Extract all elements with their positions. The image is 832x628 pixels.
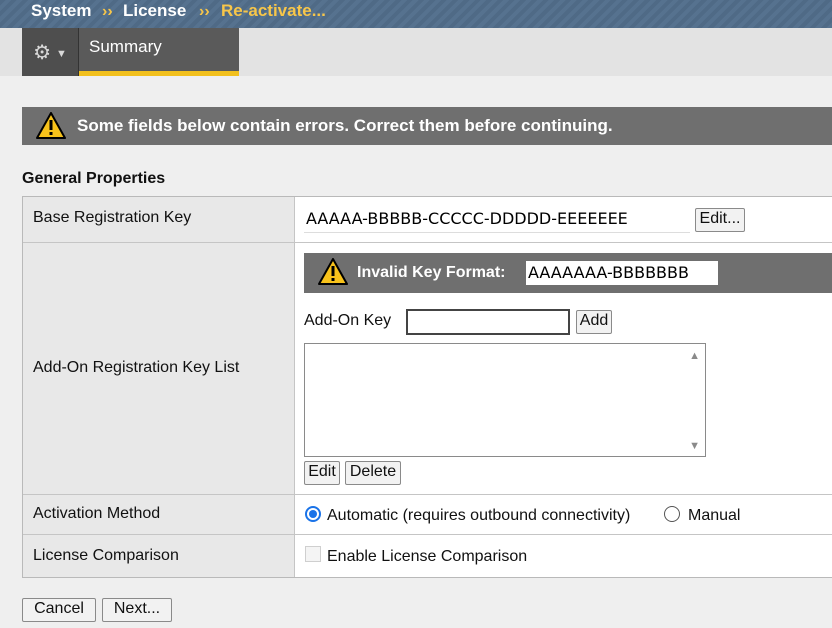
row-label: Add-On Registration Key List: [23, 243, 295, 494]
radio-automatic[interactable]: [305, 506, 321, 522]
row-label: Activation Method: [23, 495, 295, 534]
scroll-up-icon[interactable]: ▲: [689, 350, 700, 362]
row-addon-key-list: Add-On Registration Key List Invalid Key…: [23, 243, 832, 495]
row-base-registration-key: Base Registration Key Edit...: [23, 197, 832, 243]
cancel-button[interactable]: Cancel: [22, 598, 96, 622]
error-banner: Some fields below contain errors. Correc…: [22, 107, 832, 145]
tab-strip: ⚙ ▼ Summary: [0, 28, 832, 76]
addon-key-list-label: Add-On Registration Key List: [33, 359, 240, 376]
breadcrumb-separator: ››: [102, 3, 113, 20]
row-activation-method: Activation Method Automatic (requires ou…: [23, 495, 832, 535]
tab-summary[interactable]: Summary: [79, 28, 239, 76]
invalid-key-value: AAAAAAA-BBBBBBB: [526, 261, 718, 285]
row-label: License Comparison: [23, 535, 295, 577]
next-button[interactable]: Next...: [102, 598, 172, 622]
invalid-key-banner: Invalid Key Format: AAAAAAA-BBBBBBB: [304, 253, 832, 293]
tab-summary-label: Summary: [89, 37, 162, 56]
activation-method-label: Activation Method: [33, 505, 161, 522]
addon-key-input[interactable]: [406, 309, 570, 335]
section-title: General Properties: [22, 170, 166, 187]
breadcrumb: System ›› License ›› Re-activate...: [0, 0, 832, 28]
addon-delete-button[interactable]: Delete: [345, 461, 401, 485]
base-key-input[interactable]: [304, 205, 690, 233]
addon-key-label: Add-On Key: [304, 312, 392, 329]
breadcrumb-separator: ››: [199, 3, 210, 20]
invalid-key-title: Invalid Key Format:: [357, 264, 506, 281]
gear-menu-button[interactable]: ⚙ ▼: [22, 28, 79, 76]
breadcrumb-system[interactable]: System: [31, 1, 91, 21]
radio-manual-label[interactable]: Manual: [688, 507, 740, 525]
enable-license-comparison-label[interactable]: Enable License Comparison: [327, 548, 527, 566]
enable-license-comparison-checkbox[interactable]: [305, 546, 321, 562]
base-key-label: Base Registration Key: [33, 209, 192, 226]
license-comparison-label: License Comparison: [33, 547, 179, 564]
warning-icon: [318, 258, 348, 285]
addon-edit-button[interactable]: Edit: [304, 461, 340, 485]
scroll-down-icon[interactable]: ▼: [689, 440, 700, 452]
radio-manual[interactable]: [664, 506, 680, 522]
properties-table: Base Registration Key Edit... Add-On Reg…: [22, 196, 832, 578]
breadcrumb-license[interactable]: License: [123, 1, 186, 21]
radio-automatic-label[interactable]: Automatic (requires outbound connectivit…: [327, 507, 630, 525]
add-button[interactable]: Add: [576, 310, 612, 334]
breadcrumb-current: Re-activate...: [221, 1, 326, 20]
error-banner-message: Some fields below contain errors. Correc…: [77, 116, 613, 135]
warning-icon: [36, 112, 66, 139]
gear-icon: ⚙: [33, 41, 52, 64]
addon-key-listbox[interactable]: ▲ ▼: [304, 343, 706, 457]
base-key-edit-button[interactable]: Edit...: [695, 208, 745, 232]
row-license-comparison: License Comparison Enable License Compar…: [23, 535, 832, 577]
chevron-down-icon: ▼: [56, 47, 67, 60]
row-label: Base Registration Key: [23, 197, 295, 242]
